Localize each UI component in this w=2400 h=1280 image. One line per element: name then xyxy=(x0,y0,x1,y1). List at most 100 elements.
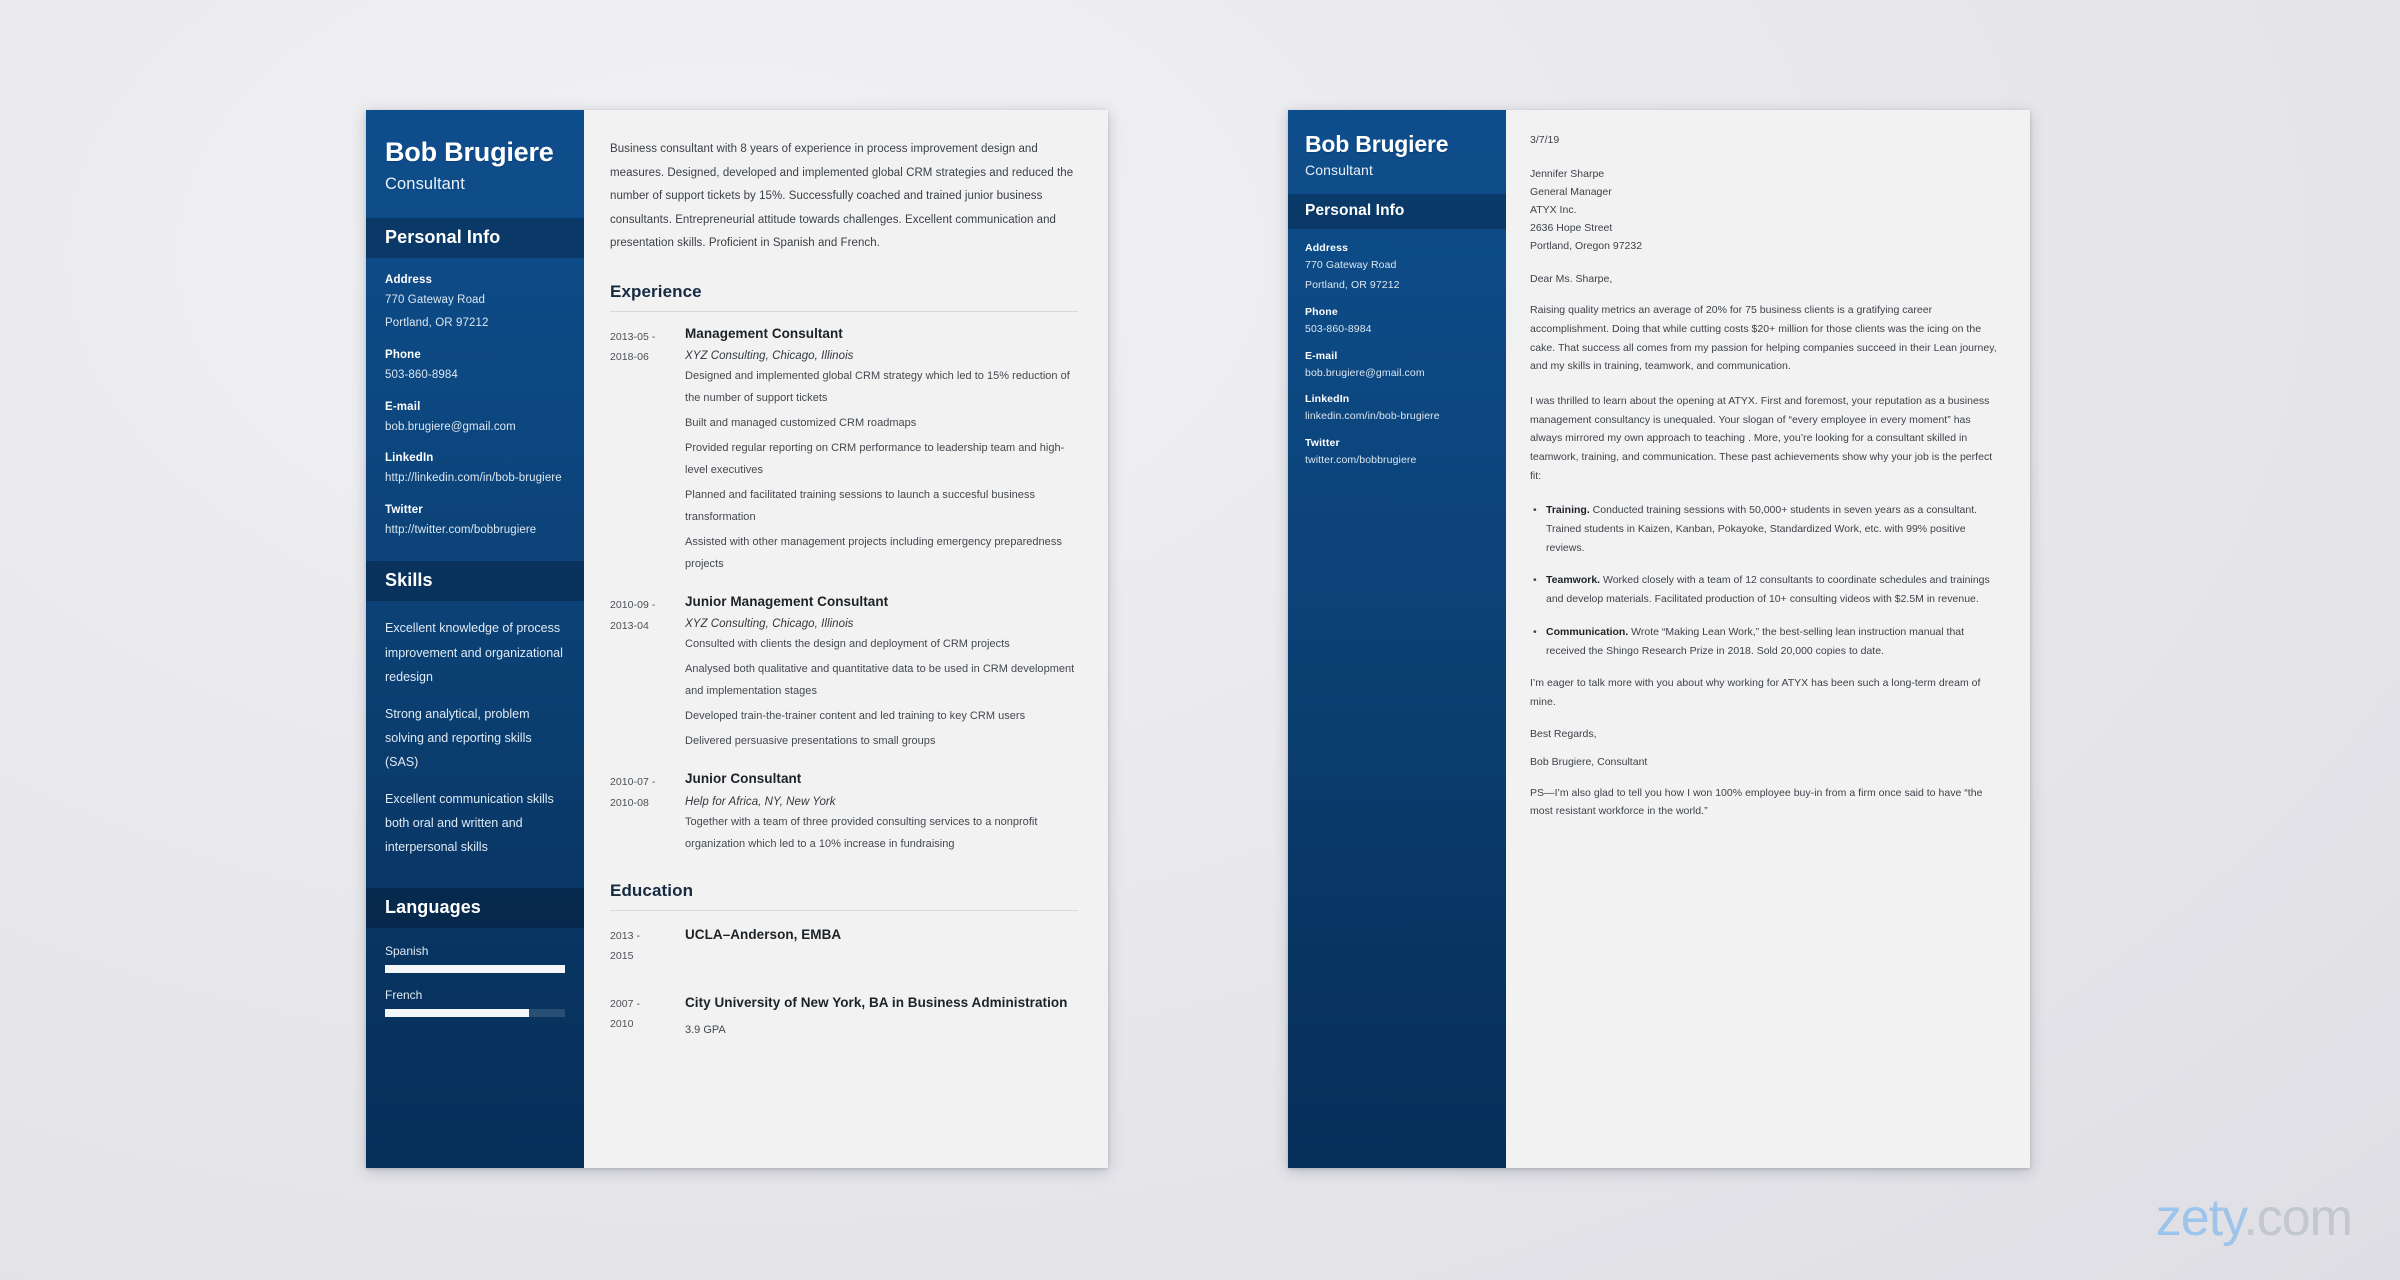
contact-value-line1[interactable]: linkedin.com/in/bob-brugiere xyxy=(1305,409,1489,425)
contact-address: Address 770 Gateway Road Portland, OR 97… xyxy=(1305,242,1489,294)
entry-title: Management Consultant xyxy=(685,325,843,341)
entry-bullet: Planned and facilitated training session… xyxy=(685,489,1035,524)
language-level-track xyxy=(385,1008,565,1017)
entry-date-to: 2015 xyxy=(610,950,634,963)
contact-value-line1[interactable]: twitter.com/bobbrugiere xyxy=(1305,453,1489,469)
entry-dates: 2013-05 - 2018-06 xyxy=(610,324,685,575)
contact-value-line2: Portland, OR 97212 xyxy=(385,317,489,330)
achievement-item: Training. Conducted training sessions wi… xyxy=(1533,501,2000,557)
experience-heading: Experience xyxy=(610,281,702,301)
entry-dates: 2013 - 2015 xyxy=(610,923,685,967)
entry-body: Junior Consultant Help for Africa, NY, N… xyxy=(685,769,1078,854)
experience-entry: 2010-09 - 2013-04 Junior Management Cons… xyxy=(610,592,1078,752)
contact-label: Twitter xyxy=(1305,437,1340,450)
education-section: Education 2013 - 2015 UCLA–Anderson, EMB… xyxy=(610,880,1078,1037)
letter-personal-info-heading: Personal Info xyxy=(1288,194,1506,230)
achievement-text: Worked closely with a team of 12 consult… xyxy=(1546,574,1990,606)
achievement-text: Conducted training sessions with 50,000+… xyxy=(1546,504,1978,554)
entry-title: Junior Consultant xyxy=(685,771,802,787)
letter-candidate-name: Bob Brugiere xyxy=(1305,131,1449,157)
contact-value-line1: 503-860-8984 xyxy=(1305,322,1372,335)
contact-linkedin: LinkedIn linkedin.com/in/bob-brugiere xyxy=(1305,393,1489,425)
letter-date: 3/7/19 xyxy=(1530,134,1560,146)
contact-value-line1[interactable]: http://linkedin.com/in/bob-brugiere xyxy=(385,469,565,488)
entry-title: Junior Management Consultant xyxy=(685,594,889,610)
language-row-french: French xyxy=(385,988,565,1017)
language-name: French xyxy=(385,987,423,1002)
achievement-item: Teamwork. Worked closely with a team of … xyxy=(1533,571,2000,608)
skill-item: Excellent communication skills both oral… xyxy=(385,791,554,855)
contact-twitter: Twitter twitter.com/bobbrugiere xyxy=(1305,437,1489,469)
resume-sidebar: Bob Brugiere Consultant Personal Info Ad… xyxy=(366,110,584,1168)
entry-date-from: 2013-05 - xyxy=(610,330,656,343)
cover-letter-page: Bob Brugiere Consultant Personal Info Ad… xyxy=(1288,110,2030,1168)
entry-org: XYZ Consulting, Chicago, Illinois xyxy=(685,350,854,363)
language-level-fill xyxy=(385,964,565,973)
contact-value-line2: Portland, OR 97212 xyxy=(1305,279,1400,292)
contact-email: E-mail bob.brugiere@gmail.com xyxy=(385,401,565,437)
recipient-line: General Manager xyxy=(1530,186,1612,199)
language-row-spanish: Spanish xyxy=(385,944,565,973)
letter-recipient-address: Jennifer Sharpe General Manager ATYX Inc… xyxy=(1530,165,2000,255)
recipient-line: Jennifer Sharpe xyxy=(1530,168,1605,180)
entry-date-from: 2010-09 - xyxy=(610,599,656,612)
contact-twitter: Twitter http://twitter.com/bobbrugiere xyxy=(385,504,565,540)
section-divider xyxy=(610,310,1078,312)
skill-item: Strong analytical, problem solving and r… xyxy=(385,706,532,770)
entry-date-from: 2007 - xyxy=(610,997,641,1010)
recipient-line: Portland, Oregon 97232 xyxy=(1530,240,1643,253)
entry-bullet: Consulted with clients the design and de… xyxy=(685,638,1010,651)
contact-value-line1[interactable]: http://twitter.com/bobbrugiere xyxy=(385,521,565,540)
achievement-lead: Training. xyxy=(1546,504,1590,517)
entry-bullet: Analysed both qualitative and quantitati… xyxy=(685,663,1075,698)
letter-contact-list: Address 770 Gateway Road Portland, OR 97… xyxy=(1288,229,1506,487)
resume-page: Bob Brugiere Consultant Personal Info Ad… xyxy=(366,110,1108,1168)
entry-bullet: Together with a team of three provided c… xyxy=(685,815,1038,850)
entry-date-from: 2010-07 - xyxy=(610,776,656,789)
entry-org: Help for Africa, NY, New York xyxy=(685,795,836,808)
experience-entry: 2010-07 - 2010-08 Junior Consultant Help… xyxy=(610,769,1078,854)
contact-label: Phone xyxy=(385,348,421,361)
entry-date-to: 2013-04 xyxy=(610,619,649,632)
resume-skills-heading: Skills xyxy=(366,561,584,602)
contact-value-line1: 770 Gateway Road xyxy=(385,293,486,306)
section-divider xyxy=(610,909,1078,911)
language-level-track xyxy=(385,964,565,973)
education-heading: Education xyxy=(610,880,694,900)
entry-bullet: Assisted with other management projects … xyxy=(685,536,1062,571)
entry-body: City University of New York, BA in Busin… xyxy=(685,991,1078,1037)
contact-label: E-mail xyxy=(385,400,421,413)
resume-contact-list: Address 770 Gateway Road Portland, OR 97… xyxy=(366,258,584,562)
letter-achievement-list: Training. Conducted training sessions wi… xyxy=(1530,501,2000,660)
letter-candidate-role: Consultant xyxy=(1305,162,1373,179)
education-entry: 2013 - 2015 UCLA–Anderson, EMBA xyxy=(610,923,1078,967)
contact-value-line1[interactable]: bob.brugiere@gmail.com xyxy=(1305,366,1489,382)
entry-date-to: 2018-06 xyxy=(610,351,649,364)
entry-note: 3.9 GPA xyxy=(685,1024,726,1037)
resume-name-block: Bob Brugiere Consultant xyxy=(366,110,584,218)
entry-bullet: Provided regular reporting on CRM perfor… xyxy=(685,442,1065,477)
achievement-item: Communication. Wrote “Making Lean Work,”… xyxy=(1533,623,2000,660)
experience-entry: 2013-05 - 2018-06 Management Consultant … xyxy=(610,324,1078,575)
contact-value-line1: 770 Gateway Road xyxy=(1305,259,1397,272)
letter-main-column: 3/7/19 Jennifer Sharpe General Manager A… xyxy=(1506,110,2030,1168)
letter-sidebar: Bob Brugiere Consultant Personal Info Ad… xyxy=(1288,110,1506,1168)
entry-body: Management Consultant XYZ Consulting, Ch… xyxy=(685,324,1078,575)
resume-languages-heading: Languages xyxy=(366,887,584,928)
entry-dates: 2007 - 2010 xyxy=(610,991,685,1037)
entry-title: City University of New York, BA in Busin… xyxy=(685,994,1068,1010)
letter-postscript: PS—I’m also glad to tell you how I won 1… xyxy=(1530,786,1983,818)
letter-paragraph-2: I was thrilled to learn about the openin… xyxy=(1530,394,1993,482)
contact-value-line1[interactable]: bob.brugiere@gmail.com xyxy=(385,418,565,437)
contact-phone: Phone 503-860-8984 xyxy=(1305,306,1489,338)
entry-bullet: Designed and implemented global CRM stra… xyxy=(685,370,1070,405)
language-name: Spanish xyxy=(385,943,429,958)
letter-greeting: Dear Ms. Sharpe, xyxy=(1530,273,1613,286)
contact-label: Address xyxy=(385,273,433,286)
resume-candidate-role: Consultant xyxy=(385,174,465,193)
achievement-lead: Teamwork. xyxy=(1546,574,1601,587)
language-level-fill xyxy=(385,1008,529,1017)
letter-paragraph-1: Raising quality metrics an average of 20… xyxy=(1530,304,1997,373)
resume-main-column: Business consultant with 8 years of expe… xyxy=(584,110,1108,1168)
resume-candidate-name: Bob Brugiere xyxy=(385,137,554,167)
